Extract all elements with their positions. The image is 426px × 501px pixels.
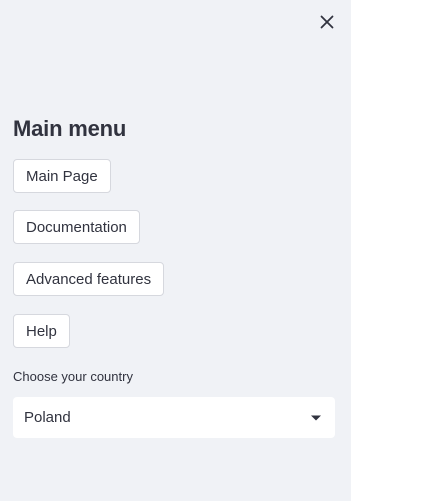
close-sidebar-button[interactable] [316,11,338,33]
main-content-area [351,0,426,501]
sidebar: Main menu Main Page Documentation Advanc… [0,0,351,501]
sidebar-title: Main menu [13,116,127,141]
main-page-button[interactable]: Main Page [13,159,111,193]
app-window: Main menu Main Page Documentation Advanc… [0,0,426,501]
caret-down-icon [309,411,323,425]
documentation-button[interactable]: Documentation [13,210,140,244]
advanced-features-button[interactable]: Advanced features [13,262,165,296]
help-button[interactable]: Help [13,314,70,348]
country-select-value: Poland [24,409,71,426]
country-select-label: Choose your country [13,369,133,384]
country-select[interactable]: Poland [13,397,335,438]
close-icon [320,15,334,29]
